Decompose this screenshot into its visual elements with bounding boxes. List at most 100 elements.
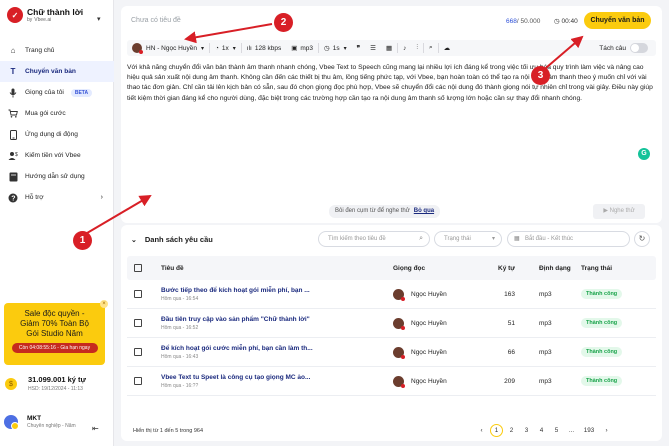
brand-by: by	[27, 17, 33, 23]
voice-selector[interactable]: HN - Ngọc Huyền ▾	[127, 40, 209, 56]
clock-icon: ◷	[554, 18, 560, 25]
promo-renew-button[interactable]: Còn 04:08:55:16 - Gia hạn ngay	[11, 343, 98, 353]
page-button-1[interactable]: 1	[490, 424, 503, 437]
sidebar-item-my-voice[interactable]: Giọng của tôi BETA	[0, 82, 114, 103]
speed-selector[interactable]: ◔ 1x ▾	[210, 40, 241, 56]
row-checkbox[interactable]	[134, 377, 142, 385]
voice-name: HN - Ngọc Huyền	[146, 44, 197, 52]
request-table: Tiêu đề Giọng đọc Ký tự Định dạng Trạng …	[127, 256, 656, 396]
book-icon	[8, 172, 18, 182]
search-icon[interactable]: ⌕	[424, 40, 438, 56]
pause-selector[interactable]: ◷ 1s ▾	[319, 40, 352, 56]
request-list-header[interactable]: ⌄ Danh sách yêu cầu	[131, 235, 213, 244]
equalizer-icon[interactable]: ⫶	[411, 40, 423, 56]
column-voice[interactable]: Giọng đọc	[388, 265, 470, 272]
annotation-marker-2: 2	[274, 13, 293, 32]
date-range-filter[interactable]: ▦ Bắt đầu - Kết thúc	[507, 231, 630, 247]
row-voice: Ngọc Huyền	[411, 348, 447, 356]
bitrate-selector[interactable]: ılı 128 kbps	[242, 40, 286, 56]
annotation-marker-3: 3	[531, 66, 550, 85]
promo-line-2: Giảm 70% Toàn Bộ	[20, 319, 89, 328]
text-editor[interactable]: Với khả năng chuyển đổi văn bản thành âm…	[127, 63, 653, 104]
toggle-switch[interactable]	[630, 43, 648, 53]
column-title[interactable]: Tiêu đề	[152, 265, 388, 272]
column-chars[interactable]: Ký tự	[470, 265, 528, 272]
home-icon: ⌂	[10, 46, 16, 55]
row-checkbox[interactable]	[134, 290, 142, 298]
convert-button[interactable]: Chuyển văn bản	[584, 12, 651, 29]
split-sentence-toggle[interactable]: Tách câu	[599, 43, 648, 53]
quote-icon[interactable]: ❞	[352, 40, 366, 56]
sidebar-item-mobile-app[interactable]: Ứng dụng di động	[0, 124, 114, 145]
user-profile[interactable]: MKT Chuyên nghiệp - Năm	[4, 415, 76, 430]
collapse-sidebar-icon[interactable]: ⇤	[92, 424, 99, 433]
row-title[interactable]: Bước tiếp theo để kích hoạt gói miễn phí…	[161, 287, 388, 294]
bitrate-value: 128 kbps	[254, 44, 282, 52]
row-title[interactable]: Đầu tiên truy cập vào sản phẩm "Chữ thàn…	[161, 316, 388, 323]
sidebar-item-label: Hướng dẫn sử dụng	[25, 173, 85, 180]
avatar	[393, 346, 405, 359]
skip-link[interactable]: Bỏ qua	[414, 208, 434, 214]
column-format[interactable]: Định dạng	[528, 265, 573, 272]
row-checkbox[interactable]	[134, 319, 142, 327]
sidebar-item-home[interactable]: ⌂ Trang chủ	[0, 40, 114, 61]
sidebar-item-text-to-speech[interactable]: T Chuyển văn bản	[0, 61, 114, 82]
expiry-date: HSD: 19/12/2024 - 11:13	[28, 386, 83, 392]
page-button-4[interactable]: 4	[535, 424, 548, 437]
annotation-marker-1: 1	[73, 231, 92, 250]
sidebar-item-support[interactable]: ? Hỗ trợ ›	[0, 187, 114, 208]
sidebar-item-earn-money[interactable]: $ Kiếm tiền với Vbee	[0, 145, 114, 166]
page-button-5[interactable]: 5	[550, 424, 563, 437]
coin-icon: $	[5, 378, 17, 390]
table-icon[interactable]: ▦	[381, 40, 397, 56]
table-row[interactable]: Vbee Text tu Speet là công cụ tạo giọng …	[127, 367, 656, 396]
prev-page-button[interactable]: ‹	[475, 424, 488, 437]
voice-avatar	[132, 43, 143, 54]
table-row[interactable]: Bước tiếp theo để kích hoạt gói miễn phí…	[127, 280, 656, 309]
search-input[interactable]: Tìm kiếm theo tiêu đề ⌕	[318, 231, 430, 247]
table-row[interactable]: Đầu tiên truy cập vào sản phẩm "Chữ thàn…	[127, 309, 656, 338]
listen-hint-text: Bôi đen cụm từ để nghe thử	[335, 208, 410, 214]
brand-logo[interactable]: ✓ Chữ thành lời by Vbee.ai	[7, 7, 83, 23]
sidebar-item-label: Ứng dụng di động	[25, 131, 78, 138]
status-filter[interactable]: Trạng thái ▾	[434, 231, 502, 247]
chevron-down-icon: ▾	[232, 45, 236, 52]
grammarly-icon[interactable]: G	[638, 148, 650, 160]
chevron-down-icon[interactable]: ▾	[97, 15, 101, 23]
list-icon[interactable]: ☰	[365, 40, 381, 56]
sidebar-item-label: Kiếm tiền với Vbee	[25, 152, 81, 159]
sidebar-item-user-guide[interactable]: Hướng dẫn sử dụng	[0, 166, 114, 187]
music-icon[interactable]: ♪	[398, 40, 411, 56]
refresh-icon[interactable]: ↻	[634, 231, 650, 247]
promo-banner[interactable]: × Sale độc quyền - Giảm 70% Toàn Bộ Gói …	[4, 300, 108, 365]
close-icon[interactable]: ×	[100, 300, 108, 308]
search-placeholder: Tìm kiếm theo tiêu đề	[328, 236, 386, 242]
row-format: mp3	[539, 290, 552, 298]
speed-value: 1x	[221, 44, 229, 52]
sidebar-item-label: Trang chủ	[25, 47, 55, 54]
table-row[interactable]: Để kích hoạt gói cước miễn phí, bạn cần …	[127, 338, 656, 367]
beta-badge: BETA	[70, 88, 93, 97]
row-checkbox[interactable]	[134, 348, 142, 356]
sidebar-item-buy-package[interactable]: Mua gói cước	[0, 103, 114, 124]
next-page-button[interactable]: ›	[600, 424, 613, 437]
user-plan: Chuyên nghiệp - Năm	[27, 423, 76, 429]
page-button-3[interactable]: 3	[520, 424, 533, 437]
mobile-icon	[8, 129, 18, 140]
column-status[interactable]: Trạng thái	[573, 265, 643, 272]
speed-icon: ◔	[214, 44, 219, 52]
format-selector[interactable]: ▣ mp3	[286, 40, 318, 56]
upload-icon[interactable]: ☁	[439, 40, 456, 56]
select-all-checkbox[interactable]	[134, 264, 142, 272]
text-icon: T	[10, 67, 16, 76]
page-button-last[interactable]: 193	[580, 424, 598, 437]
chevron-down-icon: ▾	[343, 45, 347, 52]
row-title[interactable]: Vbee Text tu Speet là công cụ tạo giọng …	[161, 374, 388, 381]
preview-listen-button[interactable]: ▶ Nghe thử	[593, 204, 645, 219]
pagination: ‹ 1 2 3 4 5 ... 193 ›	[475, 424, 615, 437]
page-button-2[interactable]: 2	[505, 424, 518, 437]
calendar-icon: ▦	[514, 236, 520, 242]
title-input[interactable]: Chưa có tiêu đề	[131, 17, 181, 24]
row-title[interactable]: Để kích hoạt gói cước miễn phí, bạn cần …	[161, 345, 388, 352]
money-icon: $	[8, 151, 18, 161]
